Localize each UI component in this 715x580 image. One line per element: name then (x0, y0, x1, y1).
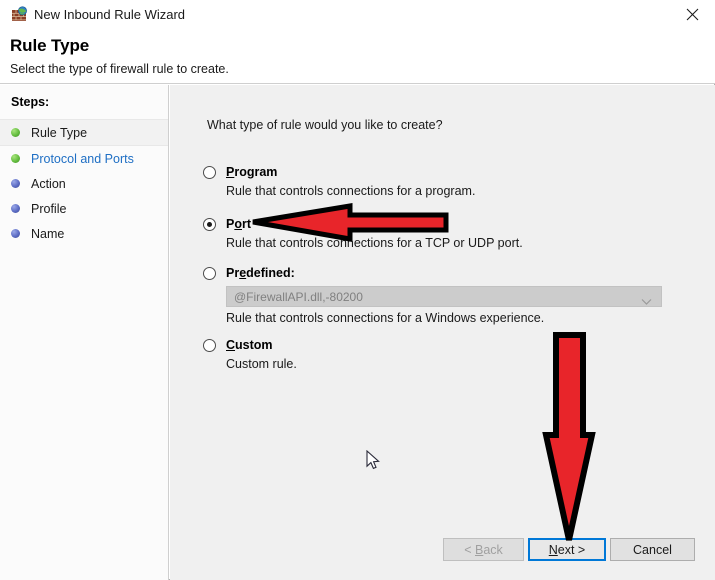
sidebar-item-label: Rule Type (31, 126, 87, 140)
sidebar-item-protocol-and-ports[interactable]: Protocol and Ports (0, 146, 168, 171)
steps-sidebar: Steps: Rule Type Protocol and Ports Acti… (0, 85, 169, 580)
option-predefined-description: Rule that controls connections for a Win… (226, 311, 662, 325)
option-custom-description: Custom rule. (226, 357, 297, 371)
radio-program[interactable] (203, 166, 216, 179)
page-header: Rule Type Select the type of firewall ru… (0, 29, 715, 84)
sidebar-item-label: Protocol and Ports (31, 152, 134, 166)
wizard-button-bar: < Back Next > Cancel (170, 522, 715, 580)
option-program: Program Rule that controls connections f… (203, 164, 475, 198)
steps-list: Rule Type Protocol and Ports Action Prof… (0, 119, 168, 246)
option-custom-label: Custom (226, 338, 273, 352)
radio-program-row[interactable]: Program (203, 164, 475, 180)
sidebar-item-action[interactable]: Action (0, 171, 168, 196)
sidebar-item-rule-type[interactable]: Rule Type (0, 119, 168, 146)
title-bar: New Inbound Rule Wizard (0, 0, 715, 29)
option-port-description: Rule that controls connections for a TCP… (226, 236, 523, 250)
next-button[interactable]: Next > (528, 538, 606, 561)
option-port: Port Rule that controls connections for … (203, 216, 523, 250)
sidebar-item-name[interactable]: Name (0, 221, 168, 246)
step-bullet-icon (11, 154, 20, 163)
chevron-down-icon (641, 293, 652, 311)
step-bullet-icon (11, 229, 20, 238)
main-content-panel: What type of rule would you like to crea… (170, 85, 715, 580)
option-predefined-label: Predefined: (226, 266, 295, 280)
option-port-label: Port (226, 217, 251, 231)
option-program-label: Program (226, 165, 277, 179)
window-title: New Inbound Rule Wizard (34, 6, 185, 23)
radio-custom[interactable] (203, 339, 216, 352)
step-bullet-icon (11, 204, 20, 213)
step-bullet-icon (11, 128, 20, 137)
radio-port[interactable] (203, 218, 216, 231)
page-subtitle: Select the type of firewall rule to crea… (10, 62, 229, 76)
cancel-button[interactable]: Cancel (610, 538, 695, 561)
question-label: What type of rule would you like to crea… (207, 118, 443, 132)
option-program-description: Rule that controls connections for a pro… (226, 184, 475, 198)
sidebar-item-label: Action (31, 177, 66, 191)
sidebar-item-label: Profile (31, 202, 66, 216)
radio-port-row[interactable]: Port (203, 216, 523, 232)
back-button-label: < Back (464, 543, 503, 557)
cancel-button-label: Cancel (633, 543, 672, 557)
back-button[interactable]: < Back (443, 538, 524, 561)
steps-label: Steps: (11, 95, 49, 109)
new-inbound-rule-wizard-window: New Inbound Rule Wizard Rule Type Select… (0, 0, 715, 580)
radio-predefined[interactable] (203, 267, 216, 280)
radio-custom-row[interactable]: Custom (203, 337, 297, 353)
predefined-rule-dropdown[interactable]: @FirewallAPI.dll,-80200 (226, 286, 662, 307)
next-button-label: Next > (549, 543, 585, 557)
firewall-brick-globe-icon (11, 6, 28, 23)
close-button[interactable] (669, 0, 715, 29)
close-icon (686, 8, 699, 21)
page-title: Rule Type (10, 36, 89, 56)
option-custom: Custom Custom rule. (203, 337, 297, 371)
predefined-rule-dropdown-value: @FirewallAPI.dll,-80200 (234, 290, 363, 304)
step-bullet-icon (11, 179, 20, 188)
sidebar-item-label: Name (31, 227, 64, 241)
radio-predefined-row[interactable]: Predefined: (203, 265, 662, 281)
sidebar-item-profile[interactable]: Profile (0, 196, 168, 221)
option-predefined: Predefined: @FirewallAPI.dll,-80200 Rule… (203, 265, 662, 325)
